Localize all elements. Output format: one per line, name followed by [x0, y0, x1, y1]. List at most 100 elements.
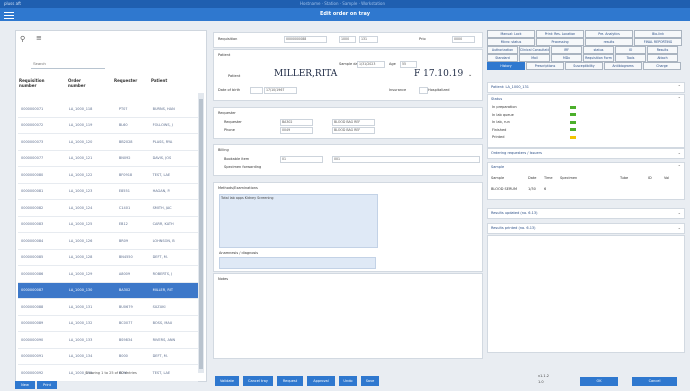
tab[interactable]: Micro: status: [487, 38, 535, 46]
table-row[interactable]: 0000000081 LA_1000_123 E8551 HAGAN, P.: [18, 183, 198, 200]
cancel-tray-button[interactable]: Cancel tray: [243, 376, 273, 386]
table-row[interactable]: 0000000082 LA_1000_124 C1401 SMITH, JAC: [18, 199, 198, 217]
ok-button[interactable]: OK: [580, 377, 618, 386]
request-button[interactable]: Request: [277, 376, 303, 386]
phone-field[interactable]: 0049: [280, 127, 313, 134]
results-chevron-icon[interactable]: ⌄: [678, 210, 681, 215]
diagnosis-label: Anamnesis / diagnosis: [219, 251, 259, 255]
insurance-checkbox[interactable]: [419, 87, 428, 94]
table-row[interactable]: 0000000071 LA_1000_118 PT07 BURNS, HAN: [18, 101, 198, 118]
table-cell: 0000000077: [18, 150, 66, 167]
diagnosis-field[interactable]: [219, 257, 376, 269]
tab[interactable]: Charge: [643, 62, 681, 70]
table-row[interactable]: 0000000086 LA_1000_129 A8009 ROBERTS, J: [18, 265, 198, 283]
tab[interactable]: Manual: Lock: [487, 30, 535, 38]
col-order[interactable]: Order number: [68, 78, 98, 88]
table-row[interactable]: 0000000080 LA_1000_122 BF0918 TEST, LAE: [18, 166, 198, 184]
tab[interactable]: Mail: [519, 54, 550, 62]
table-cell: LA_1000_126: [65, 232, 116, 250]
table-row[interactable]: 0000000084 LA_1000_126 BR09 LOHNSON, B: [18, 232, 198, 250]
table-cell: LA_1000_120: [65, 133, 116, 151]
tab[interactable]: Processing: [536, 38, 584, 46]
tab[interactable]: IRF: [551, 46, 582, 54]
col-requester[interactable]: Requester: [114, 78, 137, 83]
billing-field1[interactable]: 01: [280, 156, 323, 163]
tab[interactable]: Standard: [487, 54, 518, 62]
dob-field[interactable]: 17/10/1967: [264, 87, 297, 94]
tab[interactable]: Clinical Consultation: [519, 46, 550, 54]
tab[interactable]: Results: [647, 46, 678, 54]
requester-field[interactable]: BA302: [280, 119, 313, 126]
tab[interactable]: Authorization: [487, 46, 518, 54]
tab[interactable]: IO: [615, 46, 646, 54]
tab[interactable]: results: [585, 38, 633, 46]
table-cell: BA302: [115, 282, 150, 299]
tab[interactable]: MDx: [551, 54, 582, 62]
tab[interactable]: Pre. Analytics: [585, 30, 633, 38]
status-label: Finished: [492, 127, 507, 132]
tab[interactable]: Prescriptions: [526, 62, 564, 70]
table-row[interactable]: 0000000090 LA_1000_133 BS9834 RIVERS, ANN: [18, 331, 198, 349]
save-button[interactable]: Save: [361, 376, 379, 386]
table-row[interactable]: 0000000072 LA_1000_119 BL60 FOLLOWS, J: [18, 117, 198, 134]
requisition-field[interactable]: 0000000088: [284, 36, 327, 43]
print-button[interactable]: Print: [37, 381, 57, 389]
window-title: pluss aft: [4, 1, 21, 6]
search-input[interactable]: [31, 59, 105, 69]
table-row[interactable]: 0000000087 LA_1000_130 BA302 MILLER, RIT: [18, 282, 198, 299]
table-row[interactable]: 0000000091 LA_1000_134 B000 DEFT, M.: [18, 348, 198, 365]
methods-textarea[interactable]: Total lab apps Kidney Screening: [219, 194, 378, 248]
table-cell: BOSS, MAU: [149, 315, 198, 332]
table-row[interactable]: 0000000088 LA_1000_131 BU0679 SUZUKI: [18, 298, 198, 316]
patient-dropdown-chevron-icon[interactable]: ⌄: [468, 72, 472, 78]
paging-info: Showing 1 to 25 of 60 entries: [85, 371, 137, 375]
tab[interactable]: Attach: [647, 54, 678, 62]
table-row[interactable]: 0000000077 LA_1000_121 BN092 DAVIS, JOS: [18, 150, 198, 167]
col-patient[interactable]: Patient: [151, 78, 167, 83]
tab[interactable]: Antibiograms: [604, 62, 642, 70]
col-requisition[interactable]: Requisition number: [19, 78, 59, 88]
tab[interactable]: status: [583, 46, 614, 54]
dob-code-field[interactable]: [250, 87, 263, 94]
tab[interactable]: Susceptibility: [565, 62, 603, 70]
cancel-button[interactable]: Cancel: [632, 377, 677, 386]
results-printed-section: Results printed (no. 6.13) ⌄: [487, 223, 685, 234]
tab[interactable]: Print: Res. Location: [536, 30, 584, 38]
patient-section-title: Patient: [218, 53, 231, 57]
sample-chevron-icon[interactable]: ⌃: [678, 164, 681, 169]
collapse-chevron-icon[interactable]: ⌃: [678, 84, 681, 89]
table-row[interactable]: 0000000083 LA_1000_125 EB12 CARR, KATH: [18, 216, 198, 233]
sample-date-field[interactable]: 1/31/2023: [357, 61, 385, 68]
validate-button[interactable]: Validate: [215, 376, 239, 386]
new-button[interactable]: New: [15, 381, 35, 389]
id-field[interactable]: 1000: [339, 36, 356, 43]
search-icon[interactable]: ⚲: [20, 35, 25, 43]
prio-field[interactable]: 0000: [452, 36, 475, 43]
status-header: Status: [491, 97, 503, 101]
tab[interactable]: FINAL REPORTING: [634, 38, 682, 46]
table-cell: BU0679: [115, 298, 150, 316]
table-row[interactable]: 0000000089 LA_1000_132 BC0077 BOSS, MAU: [18, 315, 198, 332]
app-title: Edit order on tray: [320, 11, 370, 17]
filter-icon[interactable]: ≡: [36, 34, 42, 42]
tab[interactable]: History: [487, 62, 525, 70]
table-cell: 0000000071: [18, 101, 66, 118]
approval-button[interactable]: Approval: [307, 376, 335, 386]
table-cell: BF0918: [115, 166, 150, 184]
results-printed-chevron-icon[interactable]: ⌄: [678, 225, 681, 230]
age-field[interactable]: 55: [400, 61, 417, 68]
ordering-header: Ordering requesters / Issuers: [491, 151, 542, 155]
tab[interactable]: Bio-link: [634, 30, 682, 38]
ordering-chevron-icon[interactable]: ⌄: [678, 150, 681, 155]
tab[interactable]: Tools: [615, 54, 646, 62]
list-scrollbar[interactable]: [198, 93, 204, 373]
tab[interactable]: Requisition Form: [583, 54, 614, 62]
ord-field[interactable]: 131: [359, 36, 378, 43]
status-chevron-icon[interactable]: ⌃: [678, 96, 681, 101]
table-row[interactable]: 0000000085 LA_1000_128 BN4550 DEFT, M.: [18, 249, 198, 266]
undo-button[interactable]: Undo: [339, 376, 357, 386]
table-cell: LA_1000_130: [65, 282, 116, 299]
table-row[interactable]: 0000000073 LA_1000_120 BB2028 PLASS, RYA: [18, 133, 198, 151]
billing-field1-desc[interactable]: 001: [332, 156, 480, 163]
billing-card: Billing Bookable item 01 001 Specimen fo…: [213, 144, 483, 176]
